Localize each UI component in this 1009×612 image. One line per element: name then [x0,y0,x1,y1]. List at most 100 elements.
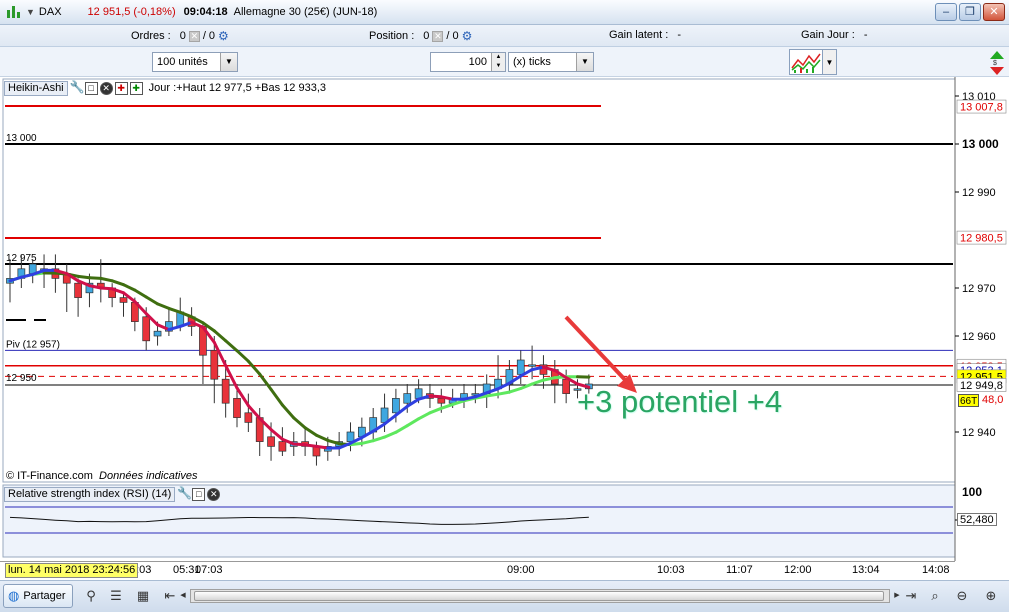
dropdown-arrow-icon[interactable]: ▼ [26,7,35,17]
candle-body[interactable] [528,364,536,367]
time-axis[interactable]: 4:03 05:31 07:03 09:00 10:03 11:07 12:00… [0,561,955,578]
day-high-low: Jour :+Haut 12 977,5 +Bas 12 933,3 [148,82,326,94]
countdown-value: 48,0 [980,394,1006,407]
credit: © IT-Finance.com [6,470,93,482]
close-position-icon[interactable]: ✕ [432,30,444,42]
slow-ma-segment[interactable] [496,390,511,396]
zoom-in-icon[interactable]: ⊕ [983,587,999,605]
add-indicator-icon[interactable]: ✚ [114,81,128,95]
candle-body[interactable] [278,441,287,452]
annotation-text[interactable]: +3 potentiel +4 [577,384,782,420]
ticks-select[interactable]: (x) ticks ▼ [508,52,594,72]
latent-gain-value: - [677,29,681,41]
time-scrollbar[interactable]: ◀ ▶ [180,589,900,603]
scroll-right-end-icon[interactable]: ⇥ [903,587,919,605]
rsi-axis-top: 100 [962,485,983,499]
close-panel-icon[interactable]: ✕ [207,487,221,501]
quantity-stepper[interactable]: 100 ▲ ▼ [430,52,506,72]
title-bar: ▼ DAX 12 951,5 (-0,18%) 09:04:18 Allemag… [0,0,1009,25]
order-ticket-button[interactable]: $ [987,49,1007,77]
zoom-area-icon[interactable]: ⌕ [927,587,943,605]
orders-count-b: 0 [208,30,216,42]
candle-body[interactable] [153,330,162,337]
slow-ma-segment[interactable] [485,392,500,398]
candle-body[interactable] [562,378,571,394]
indicators-button[interactable] [789,49,823,75]
toolbar: 100 unités ▼ 100 ▲ ▼ (x) ticks ▼ [0,47,1009,77]
credit-note: Données indicatives [99,470,198,482]
chevron-right-icon[interactable]: ▶ [891,590,903,602]
slow-ma-segment[interactable] [87,276,103,280]
candle-body[interactable] [346,431,355,442]
chart-area[interactable]: 13 000 12 975 Piv (12 957) 12 950 13 010 13 0… [0,77,1009,561]
fast-ma-segment[interactable] [303,443,318,448]
units-select[interactable]: 100 unités ▼ [152,52,238,72]
position-sep-icon: / [446,30,450,42]
svg-text:$: $ [993,60,997,67]
spin-arrows-icon[interactable]: ▲ ▼ [491,53,505,71]
chart-bars-icon[interactable] [6,4,22,20]
fast-ma-segment[interactable] [314,444,330,450]
countdown-badge: 66T [958,394,980,407]
pin-icon[interactable]: ⚲ [83,587,99,605]
grid-icon[interactable]: ▦ [135,587,151,605]
candle-body[interactable] [74,282,82,298]
candle-body[interactable] [221,378,230,404]
candle-body[interactable] [119,297,128,303]
time-label: 14:08 [922,564,950,576]
maximize-button[interactable]: ❐ [959,3,981,21]
candle-body[interactable] [403,393,412,404]
units-select-value: 100 unités [157,56,208,68]
candle-body[interactable] [437,398,446,404]
fast-ma-segment[interactable] [428,394,443,399]
price-tag-label: 12 980,5 [960,233,1003,245]
maximize-panel-icon[interactable]: □ [192,487,206,501]
minimize-button[interactable]: – [935,3,957,21]
price-axis-label: 13 000 [962,137,999,151]
price-axis-label: 12 990 [962,187,996,199]
zoom-out-icon[interactable]: ⊖ [954,587,970,605]
candle-body[interactable] [142,316,151,342]
cursor-date: lun. 14 mai 2018 23:24:56 [5,563,139,578]
slow-ma-segment[interactable] [76,274,91,280]
position-count-a: 0 [423,30,430,42]
candle-body[interactable] [267,436,275,447]
scroll-left-end-icon[interactable]: ⇤ [162,587,178,605]
gear-icon[interactable]: ⚙ [462,29,473,43]
cancel-orders-icon[interactable]: ✕ [188,30,200,42]
wrench-icon[interactable]: 🔧 [177,487,192,501]
close-panel-icon[interactable]: ✕ [99,81,113,95]
globe-icon: ◍ [8,588,20,603]
add-object-icon[interactable]: ✚ [129,81,143,95]
ticks-select-value: (x) ticks [513,56,551,68]
candle-body[interactable] [516,359,525,375]
gear-icon[interactable]: ⚙ [218,29,229,43]
fast-ma-segment[interactable] [99,286,114,291]
level-label: Piv (12 957) [6,339,60,350]
scroll-thumb[interactable] [194,591,884,601]
candle-body[interactable] [244,412,253,423]
list-icon[interactable]: ☰ [108,587,124,605]
clock: 09:04:18 [183,6,228,18]
maximize-panel-icon[interactable]: □ [84,81,98,95]
chevron-down-icon[interactable]: ▼ [220,53,237,71]
chevron-down-icon[interactable]: ▼ [823,49,837,75]
time-label: 11:07 [726,564,753,576]
rsi-tag[interactable]: Relative strength index (RSI) (14) [4,486,176,502]
wrench-icon[interactable]: 🔧 [70,81,85,95]
fast-ma-segment[interactable] [292,442,307,447]
chart-type-tag[interactable]: Heikin-Ashi [4,80,68,96]
candle-body[interactable] [233,398,241,418]
candle-body[interactable] [210,350,219,380]
day-gain: Gain Jour : - [801,29,867,41]
close-button[interactable]: ✕ [983,3,1005,21]
trading-window: ▼ DAX 12 951,5 (-0,18%) 09:04:18 Allemag… [0,0,1009,612]
chevron-left-icon[interactable]: ◀ [177,590,189,602]
orders-label: Ordres : [131,30,171,42]
orders-count-a: 0 [179,30,186,42]
instrument-name: Allemagne 30 (25€) (JUN-18) [233,6,378,18]
share-button[interactable]: ◍ Partager [3,584,73,608]
buy-sell-icon: $ [990,51,1004,75]
candle-body[interactable] [392,398,400,414]
chevron-down-icon[interactable]: ▼ [576,53,593,71]
